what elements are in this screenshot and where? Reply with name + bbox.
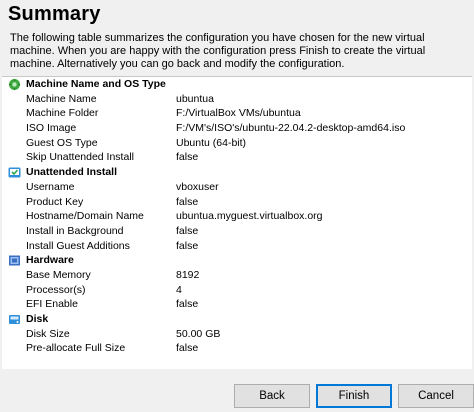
section-label: Hardware [26,254,74,267]
table-row: Machine Folder F:/VirtualBox VMs/ubuntua [2,106,472,121]
summary-table[interactable]: Machine Name and OS Type Machine Name ubu… [2,76,472,370]
section-machine-name-os-type[interactable]: Machine Name and OS Type [2,77,472,92]
row-value: 8192 [176,268,200,281]
row-value: false [176,342,199,355]
table-row: Base Memory 8192 [2,268,472,283]
row-key: Pre-allocate Full Size [26,342,126,355]
summary-description: The following table summarizes the confi… [10,32,426,70]
page-title: Summary [8,3,101,25]
row-value: ubuntua.myguest.virtualbox.org [176,210,323,223]
table-row: Disk Size 50.00 GB [2,327,472,342]
row-value: false [176,298,199,311]
row-value: false [176,195,199,208]
row-key: ISO Image [26,122,77,135]
section-label: Machine Name and OS Type [26,78,166,90]
gear-star-icon [8,78,21,91]
row-key: Install Guest Additions [26,239,130,252]
section-label: Unattended Install [26,166,118,179]
install-icon [8,167,21,178]
row-key: Hostname/Domain Name [26,210,144,223]
table-row: Guest OS Type Ubuntu (64-bit) [2,136,472,151]
row-key: Username [26,180,75,193]
table-row: Pre-allocate Full Size false [2,341,472,356]
section-disk[interactable]: Disk [2,312,472,327]
cancel-button[interactable]: Cancel [398,384,474,408]
section-unattended-install[interactable]: Unattended Install [2,165,472,180]
row-value: Ubuntu (64-bit) [176,136,247,149]
row-value: ubuntua [176,92,214,105]
table-row: Skip Unattended Install false [2,150,472,165]
row-value: false [176,224,199,237]
row-value: F:/VM's/ISO's/ubuntu-22.04.2-desktop-amd… [176,122,406,135]
row-key: Product Key [26,195,84,208]
row-value: F:/VirtualBox VMs/ubuntua [176,107,301,120]
row-key: Machine Name [26,92,97,105]
table-row: Processor(s) 4 [2,283,472,298]
row-key: EFI Enable [26,298,78,311]
table-row: Machine Name ubuntua [2,92,472,107]
hardware-icon [9,255,20,266]
table-row: Product Key false [2,195,472,210]
row-value: 4 [176,283,182,296]
row-key: Guest OS Type [26,136,98,149]
row-key: Machine Folder [26,107,99,120]
row-key: Base Memory [26,268,91,281]
row-key: Install in Background [26,224,124,237]
row-key: Disk Size [26,327,70,340]
finish-button[interactable]: Finish [316,384,392,408]
table-row: Install Guest Additions false [2,239,472,254]
table-row: EFI Enable false [2,297,472,312]
disk-icon [9,315,20,324]
table-row: Install in Background false [2,224,472,239]
row-value: 50.00 GB [176,327,221,340]
row-key: Skip Unattended Install [26,151,134,164]
section-label: Disk [26,313,49,325]
row-key: Processor(s) [26,283,86,296]
table-row: ISO Image F:/VM's/ISO's/ubuntu-22.04.2-de… [2,121,472,136]
row-value: vboxuser [176,180,219,193]
row-value: false [176,151,199,164]
section-hardware[interactable]: Hardware [2,253,472,268]
row-value: false [176,239,199,252]
table-row: Username vboxuser [2,180,472,195]
back-button[interactable]: Back [234,384,310,408]
table-row: Hostname/Domain Name ubuntua.myguest.virt… [2,209,472,224]
